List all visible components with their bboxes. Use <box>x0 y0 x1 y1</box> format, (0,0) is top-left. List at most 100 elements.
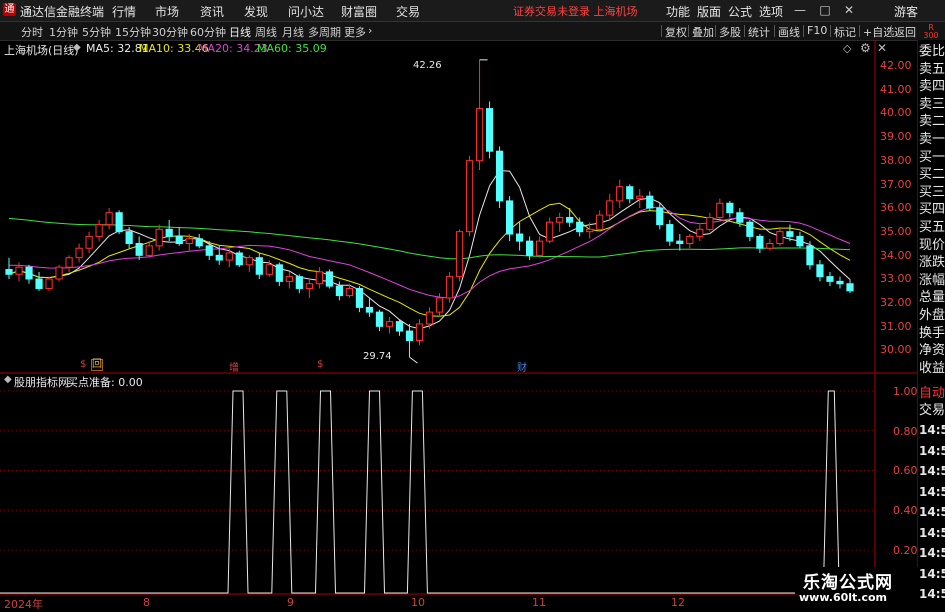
tab-auto[interactable]: 自动 <box>919 386 945 402</box>
candle-body-up <box>766 243 774 249</box>
login-alert[interactable]: 证券交易未登录 上海机场 <box>513 3 638 19</box>
candle-body-up <box>445 276 454 299</box>
maximize-icon[interactable]: □ <box>818 2 832 18</box>
menu-options[interactable]: 选项 <box>759 3 783 20</box>
r-value: 300 <box>923 31 939 40</box>
menu-discover[interactable]: 发现 <box>244 3 268 20</box>
menu-quotes[interactable]: 行情 <box>112 3 136 20</box>
candle-body-up <box>536 240 544 256</box>
chevron-right-icon[interactable]: › <box>368 24 372 37</box>
menu-news[interactable]: 资讯 <box>200 3 224 20</box>
period-monthly[interactable]: 月线 <box>282 24 304 40</box>
price-tick: 31.00 <box>880 319 912 333</box>
trade-time: 14:56 <box>919 464 945 478</box>
period-60min[interactable]: 60分钟 <box>190 24 226 40</box>
candle-body-down <box>786 231 794 237</box>
price-tick: 41.00 <box>880 82 912 96</box>
menu-trade[interactable]: 交易 <box>396 3 420 20</box>
candle-body-down <box>656 207 664 226</box>
close-icon[interactable]: ✕ <box>877 41 887 55</box>
period-weekly[interactable]: 周线 <box>255 24 277 40</box>
candle-body-down <box>746 221 754 237</box>
period-5min[interactable]: 5分钟 <box>82 24 111 40</box>
candle-body-down <box>816 264 824 278</box>
period-timeshare[interactable]: 分时 <box>21 24 43 40</box>
ma20-line <box>8 206 851 299</box>
period-15min[interactable]: 15分钟 <box>115 24 151 40</box>
menu-market[interactable]: 市场 <box>155 3 179 20</box>
gear-icon[interactable]: ⚙ <box>860 41 871 55</box>
menu-wealth[interactable]: 财富圈 <box>341 3 377 20</box>
quote-field-label: 涨跌 <box>919 255 945 271</box>
price-tick: 35.00 <box>880 224 912 238</box>
adjust-button[interactable]: 复权 <box>665 24 687 40</box>
indicator-tick: 0.40 <box>893 504 918 518</box>
overlay-button[interactable]: 叠加 <box>692 24 714 40</box>
toolbar-divider <box>803 25 804 37</box>
menu-guest[interactable]: 游客 <box>894 3 918 20</box>
quote-field-label: 外盘 <box>919 308 945 323</box>
candle-body-down <box>505 200 514 235</box>
dividend-marker-2[interactable]: $ <box>317 359 323 370</box>
return-marker[interactable]: 回 <box>91 359 103 371</box>
mark-button[interactable]: 标记 <box>834 24 856 40</box>
finance-marker[interactable]: 财 <box>517 359 527 374</box>
increase-marker[interactable]: 增 <box>229 359 239 374</box>
candle-body-down <box>405 330 414 342</box>
candle-body-down <box>806 245 814 266</box>
candle-body-down <box>646 195 654 209</box>
period-1min[interactable]: 1分钟 <box>49 24 78 40</box>
candle-body-up <box>85 235 93 249</box>
candle-body-down <box>526 240 534 256</box>
date-label-dec: 12 <box>671 596 685 609</box>
close-window-icon[interactable]: ✕ <box>842 2 856 18</box>
period-multi[interactable]: 多周期 <box>308 24 341 40</box>
menu-formula[interactable]: 公式 <box>728 3 752 20</box>
candle-body-down <box>125 231 133 245</box>
period-30min[interactable]: 30分钟 <box>152 24 188 40</box>
period-daily[interactable]: 日线 <box>229 24 251 40</box>
tab-trade[interactable]: 交易 <box>919 403 945 419</box>
quote-field-label: 涨幅 <box>919 272 945 288</box>
candle-body-up <box>45 278 53 289</box>
date-label-sep: 9 <box>287 596 294 609</box>
indicator-toggle-icon[interactable]: ◆ <box>4 374 12 385</box>
diamond-icon[interactable]: ◆ <box>73 42 81 53</box>
period-more[interactable]: 更多 <box>344 24 366 40</box>
price-tick: 34.00 <box>880 248 912 262</box>
date-year-label: 2024年 <box>4 598 43 611</box>
menu-ask[interactable]: 问小达 <box>288 3 324 20</box>
quote-field-label: 卖四 <box>919 79 945 95</box>
candle-body-up <box>716 202 724 218</box>
quote-field-label: 换手 <box>919 325 945 341</box>
candle-body-up <box>225 252 233 261</box>
quote-field-label: 买五 <box>919 220 945 235</box>
candle-body-down <box>235 252 243 266</box>
statistics-button[interactable]: 统计 <box>748 24 770 40</box>
add-watchlist-button[interactable]: +自选 <box>863 24 894 40</box>
menu-layout[interactable]: 版面 <box>697 3 721 20</box>
kline-chart[interactable] <box>0 40 917 609</box>
candle-body-up <box>706 216 714 230</box>
date-label-oct: 10 <box>411 596 425 609</box>
low-price-label: 29.74 <box>363 351 392 362</box>
minimize-icon[interactable]: — <box>793 2 807 18</box>
indicator-tick: 0.60 <box>893 464 918 478</box>
dividend-marker[interactable]: $ <box>80 359 86 370</box>
trade-time: 14:56 <box>919 484 945 499</box>
candle-body-up <box>105 212 113 226</box>
settings-icon[interactable]: ◇ <box>843 42 851 55</box>
quote-field-label: 卖二 <box>919 114 945 130</box>
ma60-label: MA60: 35.09 <box>257 42 327 55</box>
menu-function[interactable]: 功能 <box>666 3 690 20</box>
toolbar-divider <box>859 25 860 37</box>
multi-stock-button[interactable]: 多股 <box>719 24 741 40</box>
back-button[interactable]: 返回 <box>894 24 916 40</box>
f10-button[interactable]: F10 <box>807 24 827 37</box>
candle-body-up <box>546 221 554 242</box>
candle-body-up <box>15 266 23 275</box>
price-tick: 38.00 <box>880 153 912 167</box>
draw-line-button[interactable]: 画线 <box>778 24 800 40</box>
trade-time: 14:56 <box>919 525 945 540</box>
candle-body-down <box>826 276 834 282</box>
